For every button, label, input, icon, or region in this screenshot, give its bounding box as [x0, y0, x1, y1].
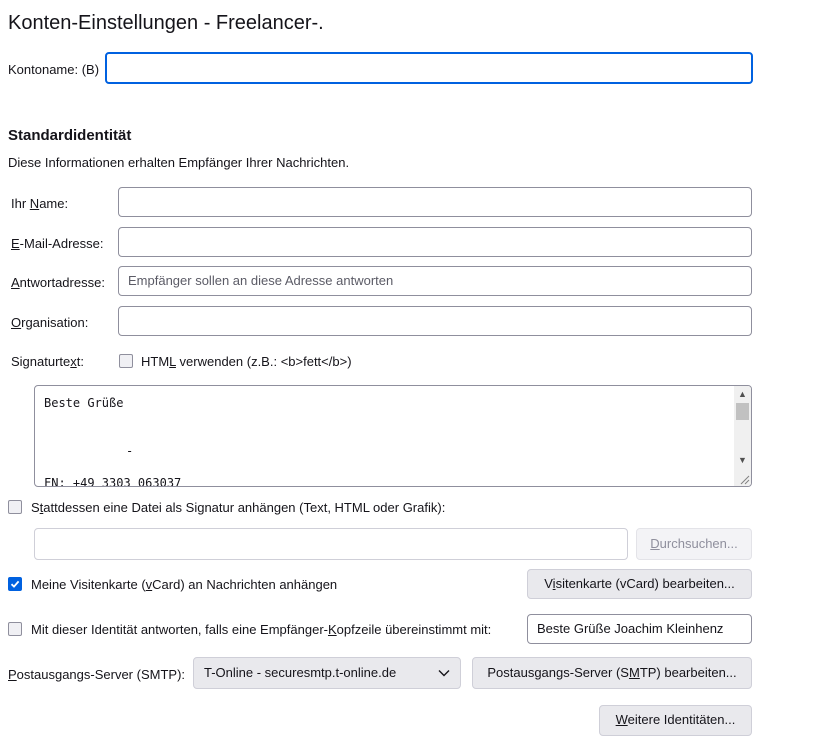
- html-signature-label[interactable]: HTML verwenden (z.B.: <b>fett</b>): [141, 354, 352, 369]
- reply-identity-input[interactable]: Beste Grüße Joachim Kleinhenz: [527, 614, 752, 644]
- chevron-down-icon: [438, 670, 450, 677]
- smtp-server-select[interactable]: T-Online - securesmtp.t-online.de: [193, 657, 461, 689]
- account-name-label: Kontoname: (B): [8, 62, 100, 77]
- signature-file-checkbox[interactable]: [8, 500, 22, 514]
- reply-identity-checkbox[interactable]: [8, 622, 22, 636]
- organization-input[interactable]: [118, 306, 752, 336]
- more-identities-button[interactable]: Weitere Identitäten...: [599, 705, 752, 736]
- identity-description: Diese Informationen erhalten Empfänger I…: [8, 155, 350, 170]
- page-title: Konten-Einstellungen - Freelancer-.: [8, 12, 324, 34]
- scroll-up-icon[interactable]: ▲: [734, 386, 751, 403]
- identity-heading: Standardidentität: [8, 127, 132, 144]
- scroll-thumb[interactable]: [736, 403, 749, 420]
- reply-to-input[interactable]: Empfänger sollen an diese Adresse antwor…: [118, 266, 752, 296]
- edit-vcard-button[interactable]: Visitenkarte (vCard) bearbeiten...: [527, 569, 752, 599]
- signature-label: Signaturtext:: [11, 354, 84, 369]
- scroll-down-icon[interactable]: ▼: [734, 452, 751, 469]
- reply-identity-label[interactable]: Mit dieser Identität antworten, falls ei…: [31, 622, 491, 637]
- signature-textarea[interactable]: Beste Grüße - FN: +49 3303 063037 ▲ ▼: [34, 385, 752, 487]
- email-input[interactable]: [118, 227, 752, 257]
- account-name-input[interactable]: [105, 52, 753, 84]
- email-label: E-Mail-Adresse:: [11, 236, 104, 251]
- name-input[interactable]: [118, 187, 752, 217]
- reply-to-label: Antwortadresse:: [11, 275, 105, 290]
- name-label: Ihr Name:: [11, 196, 69, 211]
- smtp-server-value: T-Online - securesmtp.t-online.de: [204, 665, 397, 680]
- edit-smtp-button[interactable]: Postausgangs-Server (SMTP) bearbeiten...: [472, 657, 752, 689]
- checkmark-icon: [10, 580, 20, 588]
- smtp-label: Postausgangs-Server (SMTP):: [8, 667, 186, 682]
- organization-label: Organisation:: [11, 315, 89, 330]
- vcard-label[interactable]: Meine Visitenkarte (vCard) an Nachrichte…: [31, 577, 337, 592]
- signature-text: Beste Grüße - FN: +49 3303 063037: [44, 396, 182, 487]
- resize-grip-icon[interactable]: [738, 473, 750, 485]
- vcard-checkbox[interactable]: [8, 577, 22, 591]
- signature-file-path-input[interactable]: [34, 528, 628, 560]
- browse-button[interactable]: Durchsuchen...: [636, 528, 752, 560]
- signature-scrollbar[interactable]: ▲ ▼: [734, 386, 751, 486]
- signature-file-label[interactable]: Stattdessen eine Datei als Signatur anhä…: [31, 500, 445, 515]
- html-signature-checkbox[interactable]: [119, 354, 133, 368]
